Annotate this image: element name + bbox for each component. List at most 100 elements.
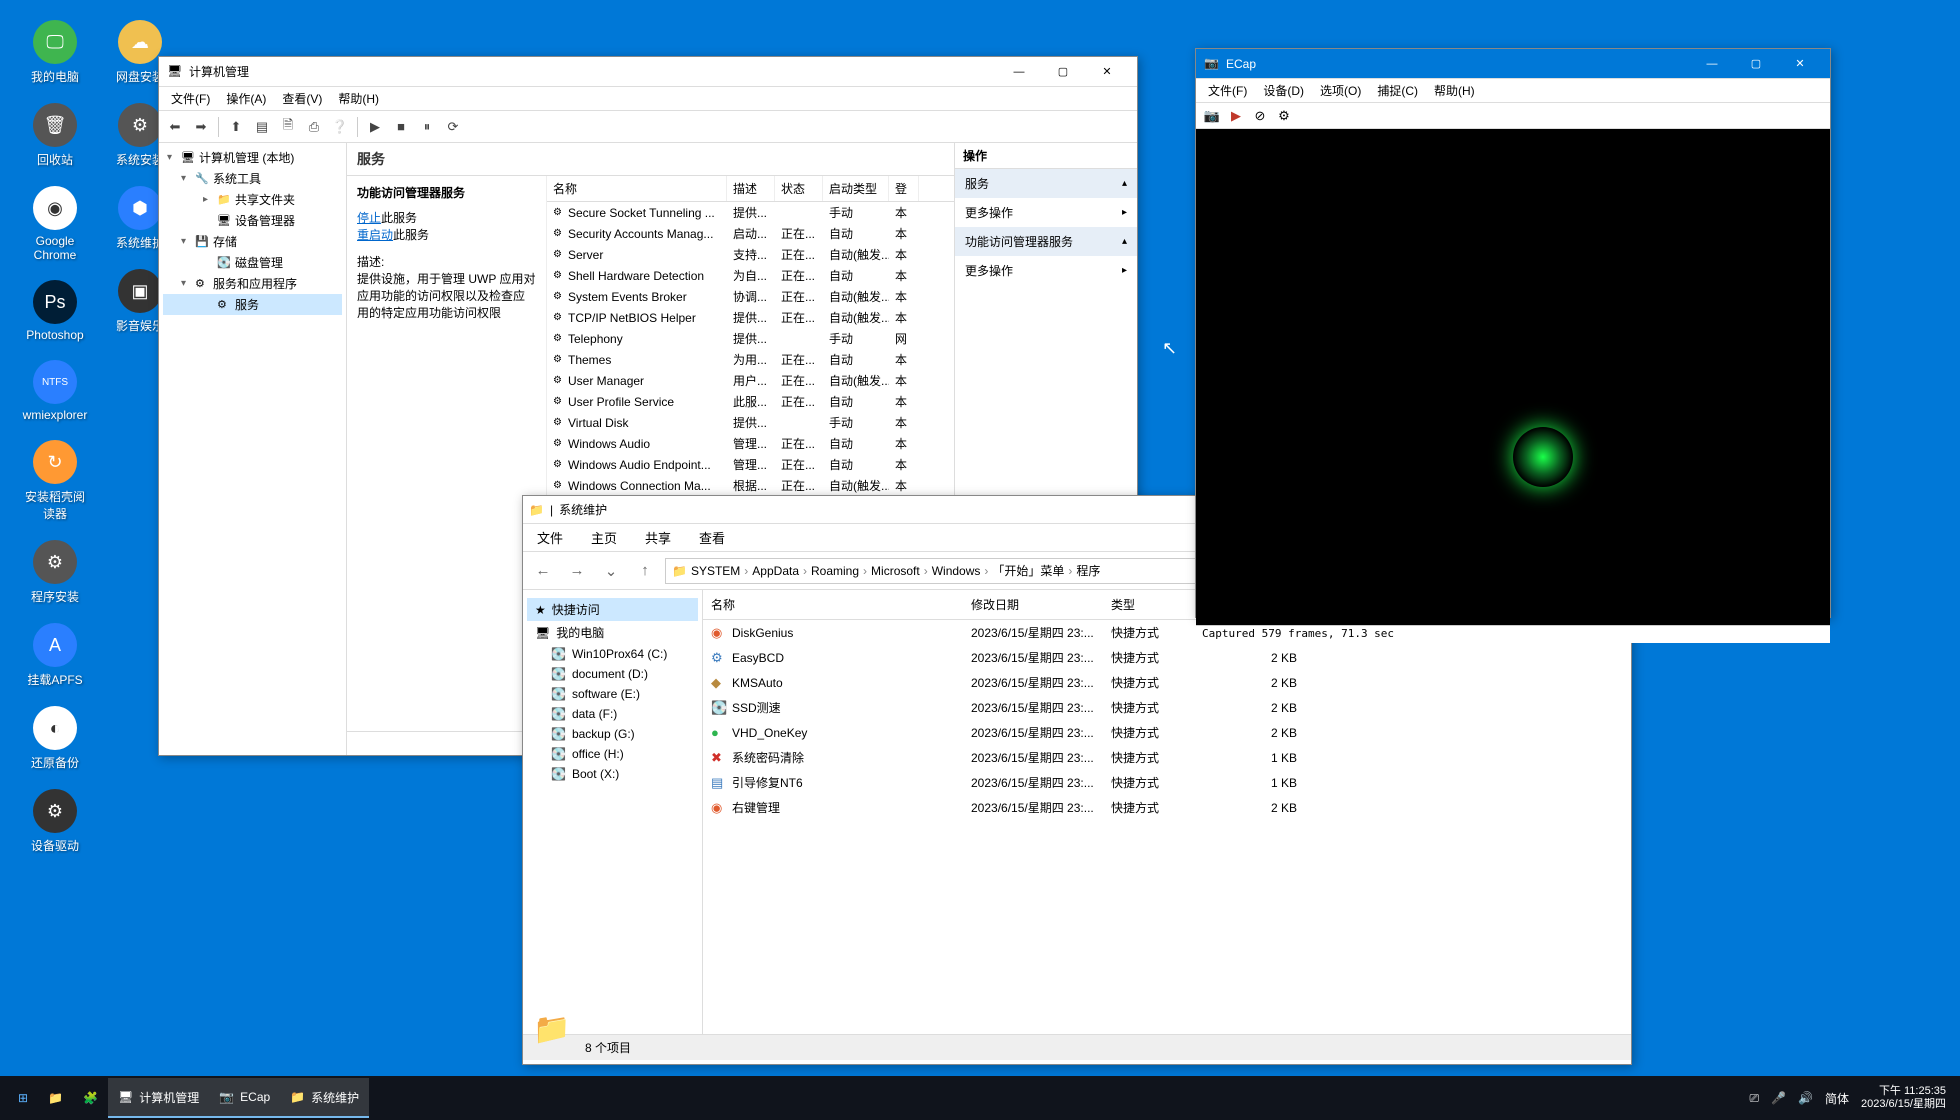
settings-button[interactable]: ⚙: [1274, 106, 1294, 126]
column-header[interactable]: 描述: [727, 176, 775, 201]
file-list[interactable]: 名称修改日期类型大小 ◉DiskGenius2023/6/15/星期四 23:.…: [703, 590, 1631, 1034]
back-button[interactable]: ⬅: [163, 115, 187, 139]
breadcrumb-segment[interactable]: 程序: [1076, 562, 1100, 579]
menu-item[interactable]: 捕捉(C): [1369, 80, 1426, 101]
taskbar-app[interactable]: 📁系统维护: [280, 1078, 369, 1118]
nav-back-button[interactable]: ←: [529, 557, 557, 585]
column-header[interactable]: 状态: [775, 176, 823, 201]
file-row[interactable]: ◉右键管理2023/6/15/星期四 23:...快捷方式2 KB: [703, 795, 1631, 820]
system-clock[interactable]: 下午 11:25:35 2023/6/15/星期四: [1861, 1085, 1952, 1111]
menu-item[interactable]: 设备(D): [1255, 80, 1312, 101]
service-row[interactable]: ⚙Telephony提供...手动网: [547, 328, 954, 349]
taskbar-app[interactable]: 🖥计算机管理: [108, 1078, 209, 1118]
tray-cast-icon[interactable]: ⎚: [1749, 1091, 1759, 1106]
nav-tree-item[interactable]: 💽Win10Prox64 (C:): [527, 644, 698, 664]
column-header[interactable]: 名称: [703, 590, 963, 619]
column-header[interactable]: 修改日期: [963, 590, 1103, 619]
maximize-button[interactable]: ▢: [1734, 50, 1778, 78]
taskbar-button[interactable]: 📁: [38, 1078, 73, 1118]
up-button[interactable]: ⬆: [224, 115, 248, 139]
stop-service-link[interactable]: 停止: [357, 211, 381, 225]
menu-item[interactable]: 文件(F): [163, 88, 218, 109]
nav-tree-item[interactable]: 💽data (F:): [527, 704, 698, 724]
menu-item[interactable]: 操作(A): [218, 88, 274, 109]
compmgmt-titlebar[interactable]: 🖥 计算机管理 — ▢ ✕: [159, 57, 1137, 87]
breadcrumb-segment[interactable]: SYSTEM: [691, 564, 740, 578]
desktop-icon[interactable]: ◐还原备份: [20, 706, 90, 771]
file-row[interactable]: ⚙EasyBCD2023/6/15/星期四 23:...快捷方式2 KB: [703, 645, 1631, 670]
menu-item[interactable]: 选项(O): [1312, 80, 1369, 101]
tray-volume-icon[interactable]: 🔊: [1798, 1091, 1813, 1105]
desktop-icon[interactable]: 🖵我的电脑: [20, 20, 90, 85]
service-row[interactable]: ⚙User Profile Service此服...正在...自动本: [547, 391, 954, 412]
taskbar[interactable]: ⊞📁🧩🖥计算机管理📷ECap📁系统维护 ⎚ 🎤 🔊 简体 下午 11:25:35…: [0, 1076, 1960, 1120]
desktop-icon[interactable]: NTFSwmiexplorer: [20, 360, 90, 422]
record-button[interactable]: ▶: [1226, 106, 1246, 126]
stop-button[interactable]: ⊘: [1250, 106, 1270, 126]
service-row[interactable]: ⚙Shell Hardware Detection为自...正在...自动本: [547, 265, 954, 286]
help-button[interactable]: ❔: [328, 115, 352, 139]
explorer-nav-tree[interactable]: ★快捷访问🖥我的电脑💽Win10Prox64 (C:)💽document (D:…: [523, 590, 703, 1034]
breadcrumb-segment[interactable]: Microsoft: [871, 564, 920, 578]
forward-button[interactable]: ➡: [189, 115, 213, 139]
close-button[interactable]: ✕: [1778, 50, 1822, 78]
service-row[interactable]: ⚙Windows Connection Ma...根据...正在...自动(触发…: [547, 475, 954, 496]
properties-button[interactable]: 🗎: [276, 115, 300, 139]
maximize-button[interactable]: ▢: [1041, 58, 1085, 86]
service-row[interactable]: ⚙User Manager用户...正在...自动(触发...本: [547, 370, 954, 391]
nav-tree-item[interactable]: 💽document (D:): [527, 664, 698, 684]
nav-history-button[interactable]: ⌄: [597, 557, 625, 585]
menu-item[interactable]: 主页: [577, 524, 631, 551]
service-row[interactable]: ⚙System Events Broker协调...正在...自动(触发...本: [547, 286, 954, 307]
file-row[interactable]: ●VHD_OneKey2023/6/15/星期四 23:...快捷方式2 KB: [703, 720, 1631, 745]
nav-tree-item[interactable]: 🖥我的电脑: [527, 621, 698, 644]
nav-up-button[interactable]: ↑: [631, 557, 659, 585]
desktop-icon[interactable]: ↻安装稻壳阅读器: [20, 440, 90, 522]
menu-item[interactable]: 帮助(H): [1426, 80, 1483, 101]
service-row[interactable]: ⚙Server支持...正在...自动(触发...本: [547, 244, 954, 265]
nav-tree-item[interactable]: 💽backup (G:): [527, 724, 698, 744]
desktop-icon[interactable]: ⚙程序安装: [20, 540, 90, 605]
nav-tree-item[interactable]: 💽software (E:): [527, 684, 698, 704]
menu-item[interactable]: 共享: [631, 524, 685, 551]
ime-indicator[interactable]: 简体: [1825, 1090, 1849, 1107]
breadcrumb-segment[interactable]: AppData: [752, 564, 799, 578]
service-row[interactable]: ⚙Security Accounts Manag...启动...正在...自动本: [547, 223, 954, 244]
tray-mic-icon[interactable]: 🎤: [1771, 1091, 1786, 1105]
service-row[interactable]: ⚙Secure Socket Tunneling ...提供...手动本: [547, 202, 954, 223]
desktop-icon[interactable]: PsPhotoshop: [20, 280, 90, 342]
breadcrumb-segment[interactable]: Roaming: [811, 564, 859, 578]
ecap-titlebar[interactable]: 📷 ECap — ▢ ✕: [1196, 49, 1830, 79]
desktop-icon[interactable]: 🗑回收站: [20, 103, 90, 168]
service-row[interactable]: ⚙Windows Audio Endpoint...管理...正在...自动本: [547, 454, 954, 475]
tree-node[interactable]: 💽磁盘管理: [163, 252, 342, 273]
tree-node[interactable]: ▸📁共享文件夹: [163, 189, 342, 210]
capture-button[interactable]: 📷: [1202, 106, 1222, 126]
service-row[interactable]: ⚙TCP/IP NetBIOS Helper提供...正在...自动(触发...…: [547, 307, 954, 328]
tree-node[interactable]: ⚙服务: [163, 294, 342, 315]
close-button[interactable]: ✕: [1085, 58, 1129, 86]
tree-node[interactable]: ▾💾存储: [163, 231, 342, 252]
action-more[interactable]: 更多操作▸: [955, 198, 1137, 227]
desktop-icon[interactable]: A挂载APFS: [20, 623, 90, 688]
nav-tree-item[interactable]: 💽office (H:): [527, 744, 698, 764]
menu-item[interactable]: 帮助(H): [330, 88, 387, 109]
pause-service-button[interactable]: ⏸: [415, 115, 439, 139]
column-header[interactable]: 登: [889, 176, 919, 201]
restart-service-link[interactable]: 重启动: [357, 228, 393, 242]
service-row[interactable]: ⚙Windows Audio管理...正在...自动本: [547, 433, 954, 454]
export-button[interactable]: ⎙: [302, 115, 326, 139]
file-row[interactable]: ◆KMSAuto2023/6/15/星期四 23:...快捷方式2 KB: [703, 670, 1631, 695]
restart-service-button[interactable]: ⟳: [441, 115, 465, 139]
action-more[interactable]: 更多操作▸: [955, 256, 1137, 285]
desktop-icon[interactable]: ◉Google Chrome: [20, 186, 90, 262]
nav-tree-item[interactable]: 💽Boot (X:): [527, 764, 698, 784]
show-hide-tree-button[interactable]: ▤: [250, 115, 274, 139]
service-row[interactable]: ⚙Virtual Disk提供...手动本: [547, 412, 954, 433]
minimize-button[interactable]: —: [997, 58, 1041, 86]
nav-forward-button[interactable]: →: [563, 557, 591, 585]
menu-item[interactable]: 文件(F): [1200, 80, 1255, 101]
menu-item[interactable]: 查看: [685, 524, 739, 551]
tree-node[interactable]: 🖥设备管理器: [163, 210, 342, 231]
compmgmt-tree[interactable]: ▾🖥计算机管理 (本地)▾🔧系统工具▸📁共享文件夹🖥设备管理器▾💾存储💽磁盘管理…: [159, 143, 347, 755]
